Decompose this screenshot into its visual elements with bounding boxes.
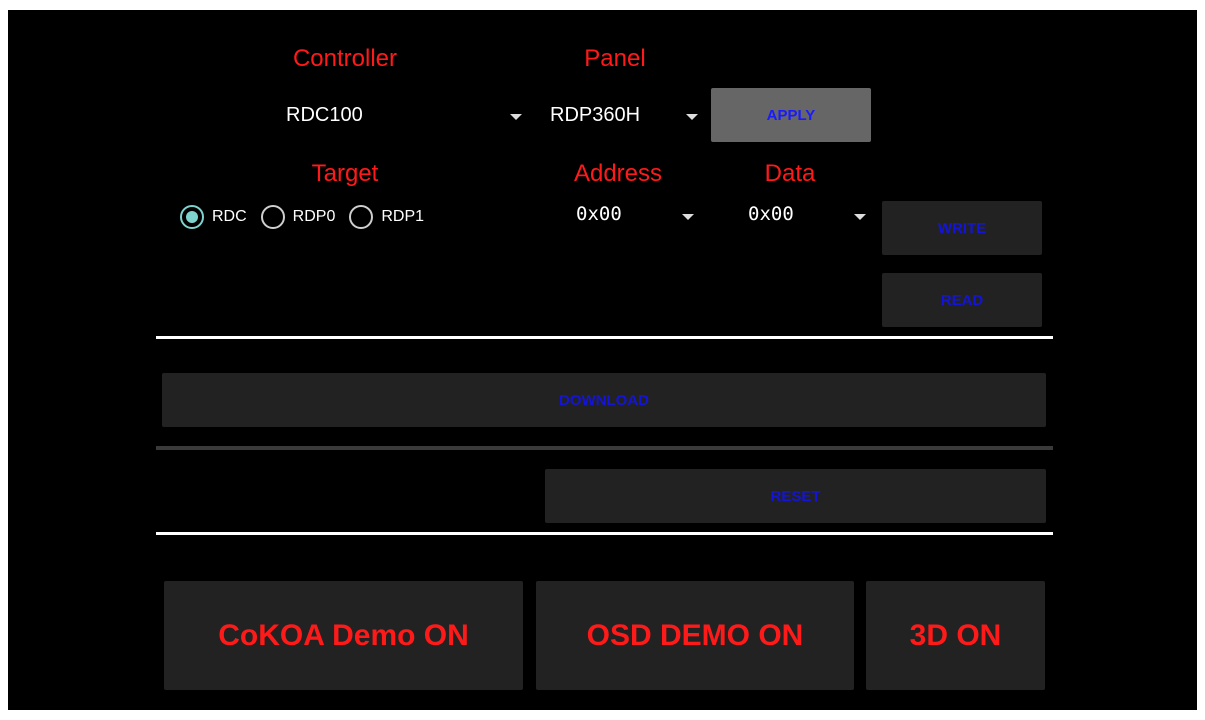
write-button[interactable]: WRITE xyxy=(882,201,1042,255)
target-radio-group: RDC RDP0 RDP1 xyxy=(180,205,438,229)
address-spinner[interactable]: 0x00 xyxy=(568,198,698,234)
divider xyxy=(156,446,1053,450)
chevron-down-icon xyxy=(854,214,866,220)
panel-spinner[interactable]: RDP360H xyxy=(542,96,712,136)
data-spinner[interactable]: 0x00 xyxy=(740,198,875,234)
address-label: Address xyxy=(573,160,663,187)
osd-demo-button[interactable]: OSD DEMO ON xyxy=(536,581,854,690)
app-screen: Controller Panel RDC100 RDP360H APPLY Ta… xyxy=(8,10,1197,710)
radio-checked-icon xyxy=(180,205,204,229)
download-button[interactable]: DOWNLOAD xyxy=(162,373,1046,427)
chevron-down-icon xyxy=(686,114,698,120)
divider xyxy=(156,532,1053,535)
radio-label: RDP1 xyxy=(381,208,425,225)
radio-label: RDP0 xyxy=(292,208,336,225)
controller-spinner-value: RDC100 xyxy=(286,104,363,126)
controller-spinner[interactable]: RDC100 xyxy=(278,96,528,136)
radio-rdp1[interactable]: RDP1 xyxy=(349,205,424,229)
data-spinner-value: 0x00 xyxy=(748,203,794,225)
panel-spinner-value: RDP360H xyxy=(550,104,641,126)
address-spinner-value: 0x00 xyxy=(576,203,622,225)
controller-label: Controller xyxy=(292,45,398,72)
cokoa-demo-button[interactable]: CoKOA Demo ON xyxy=(164,581,523,690)
panel-label: Panel xyxy=(584,45,646,72)
target-label: Target xyxy=(311,160,379,187)
radio-unchecked-icon xyxy=(260,205,285,229)
chevron-down-icon xyxy=(682,214,694,220)
3d-on-button[interactable]: 3D ON xyxy=(866,581,1045,690)
reset-button[interactable]: RESET xyxy=(545,469,1046,523)
divider xyxy=(156,336,1053,339)
radio-rdp0[interactable]: RDP0 xyxy=(260,205,336,229)
chevron-down-icon xyxy=(510,114,522,120)
data-label: Data xyxy=(764,160,816,187)
radio-rdc[interactable]: RDC xyxy=(180,205,247,229)
read-button[interactable]: READ xyxy=(882,273,1042,327)
apply-button[interactable]: APPLY xyxy=(711,88,871,142)
radio-label: RDC xyxy=(212,208,247,225)
radio-unchecked-icon xyxy=(349,205,374,229)
